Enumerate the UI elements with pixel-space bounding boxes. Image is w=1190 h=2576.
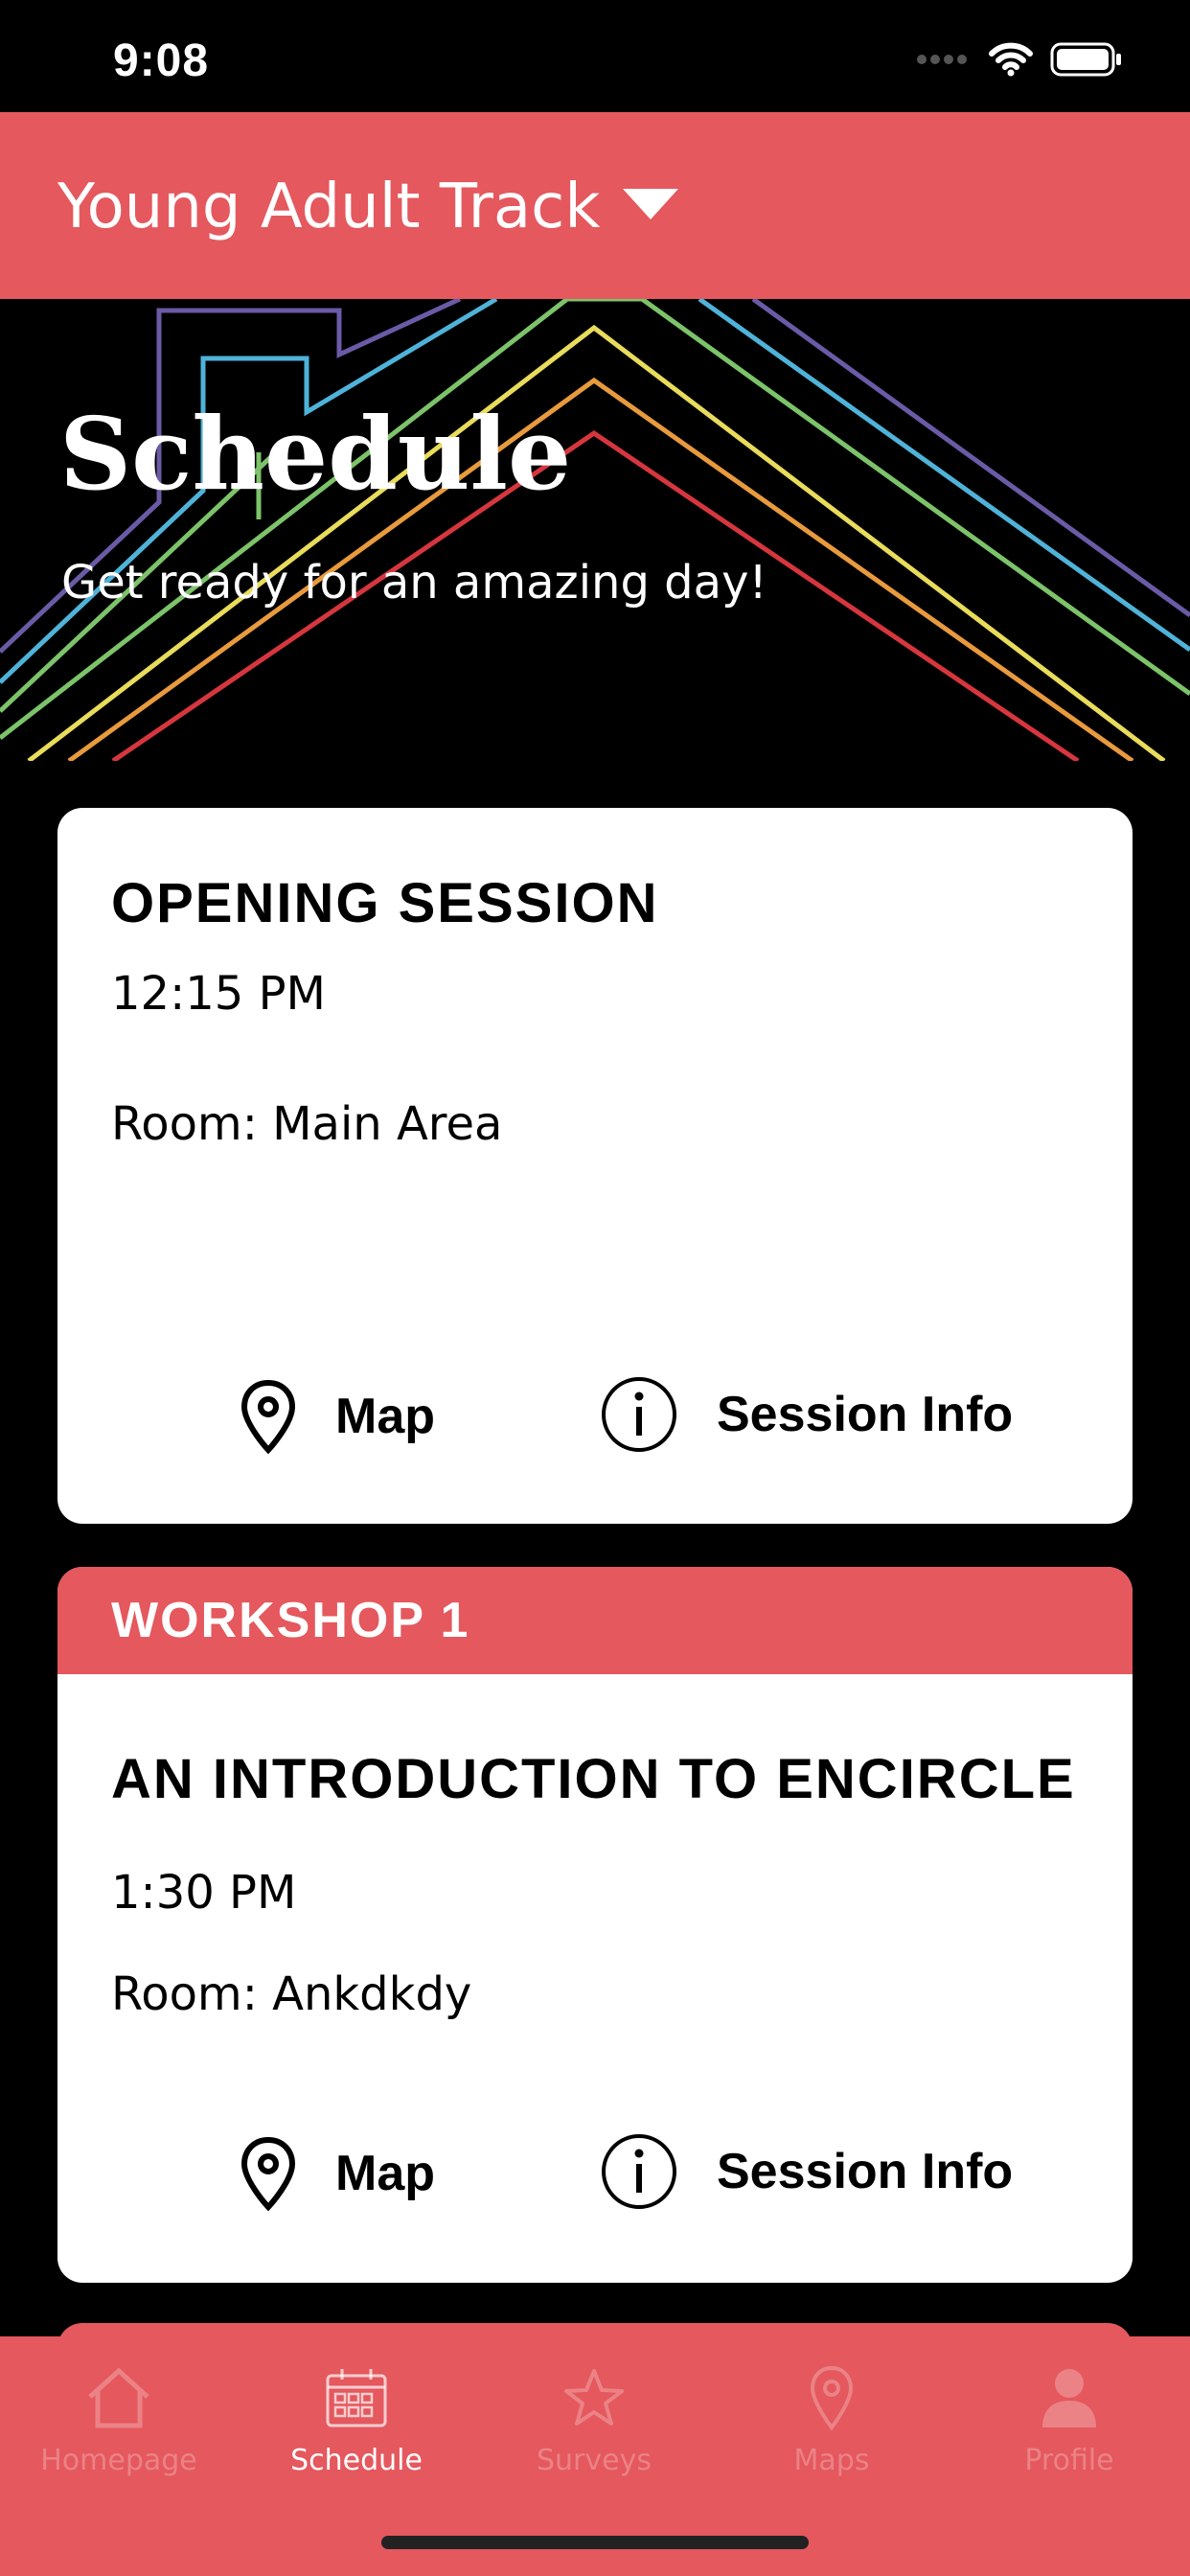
tab-surveys[interactable]: Surveys	[475, 2336, 713, 2509]
map-button[interactable]: Map	[240, 2136, 435, 2211]
battery-icon	[1050, 42, 1121, 77]
map-label: Map	[335, 2146, 435, 2201]
workshop-banner: WORKSHOP 1	[57, 1567, 1133, 1674]
status-bar: 9:08	[0, 0, 1190, 112]
person-icon	[1042, 2369, 1096, 2427]
map-button[interactable]: Map	[240, 1379, 435, 1454]
signal-icon	[917, 55, 967, 64]
session-info-button[interactable]: Session Info	[600, 2132, 1013, 2211]
tab-label: Profile	[1024, 2444, 1114, 2477]
track-selector[interactable]: Young Adult Track	[0, 112, 1190, 299]
star-icon	[564, 2369, 624, 2426]
tab-label: Surveys	[537, 2444, 652, 2477]
map-pin-icon	[810, 2365, 854, 2431]
map-pin-icon	[240, 1379, 296, 1454]
tab-profile[interactable]: Profile	[950, 2336, 1188, 2509]
tab-label: Homepage	[40, 2444, 197, 2477]
home-indicator[interactable]	[381, 2536, 809, 2549]
session-time: 12:15 PM	[111, 967, 326, 1021]
session-room: Room: Ankdkdy	[111, 1967, 472, 2021]
session-card[interactable]: OPENING SESSION 12:15 PM Room: Main Area…	[57, 808, 1133, 1524]
home-icon	[88, 2367, 149, 2428]
page-subtitle: Get ready for an amazing day!	[61, 556, 767, 610]
tab-maps[interactable]: Maps	[713, 2336, 950, 2509]
session-title: AN INTRODUCTION TO ENCIRCLE	[111, 1748, 1076, 1810]
tab-homepage[interactable]: Homepage	[0, 2336, 238, 2509]
status-time: 9:08	[113, 35, 210, 86]
status-icons	[916, 42, 1123, 77]
map-pin-icon	[240, 2136, 296, 2211]
session-info-label: Session Info	[717, 1387, 1014, 1442]
rainbow-house-graphic	[0, 299, 1190, 761]
calendar-icon	[326, 2369, 387, 2427]
page-title: Schedule	[59, 395, 572, 513]
session-time: 1:30 PM	[111, 1866, 297, 1920]
session-room: Room: Main Area	[111, 1097, 503, 1151]
tab-label: Maps	[793, 2444, 870, 2477]
session-title: OPENING SESSION	[111, 872, 659, 934]
chevron-down-icon[interactable]	[623, 189, 678, 221]
wifi-icon	[989, 42, 1033, 77]
tab-label: Schedule	[290, 2444, 423, 2477]
info-icon	[602, 1377, 676, 1452]
session-info-label: Session Info	[717, 2144, 1014, 2199]
session-info-button[interactable]: Session Info	[600, 1375, 1013, 1454]
map-label: Map	[335, 1389, 435, 1444]
hero-banner: Schedule Get ready for an amazing day!	[0, 299, 1190, 761]
info-icon	[602, 2134, 676, 2209]
tab-schedule[interactable]: Schedule	[238, 2336, 475, 2509]
session-card[interactable]: WORKSHOP 1 AN INTRODUCTION TO ENCIRCLE 1…	[57, 1567, 1133, 2283]
track-title: Young Adult Track	[57, 172, 601, 242]
